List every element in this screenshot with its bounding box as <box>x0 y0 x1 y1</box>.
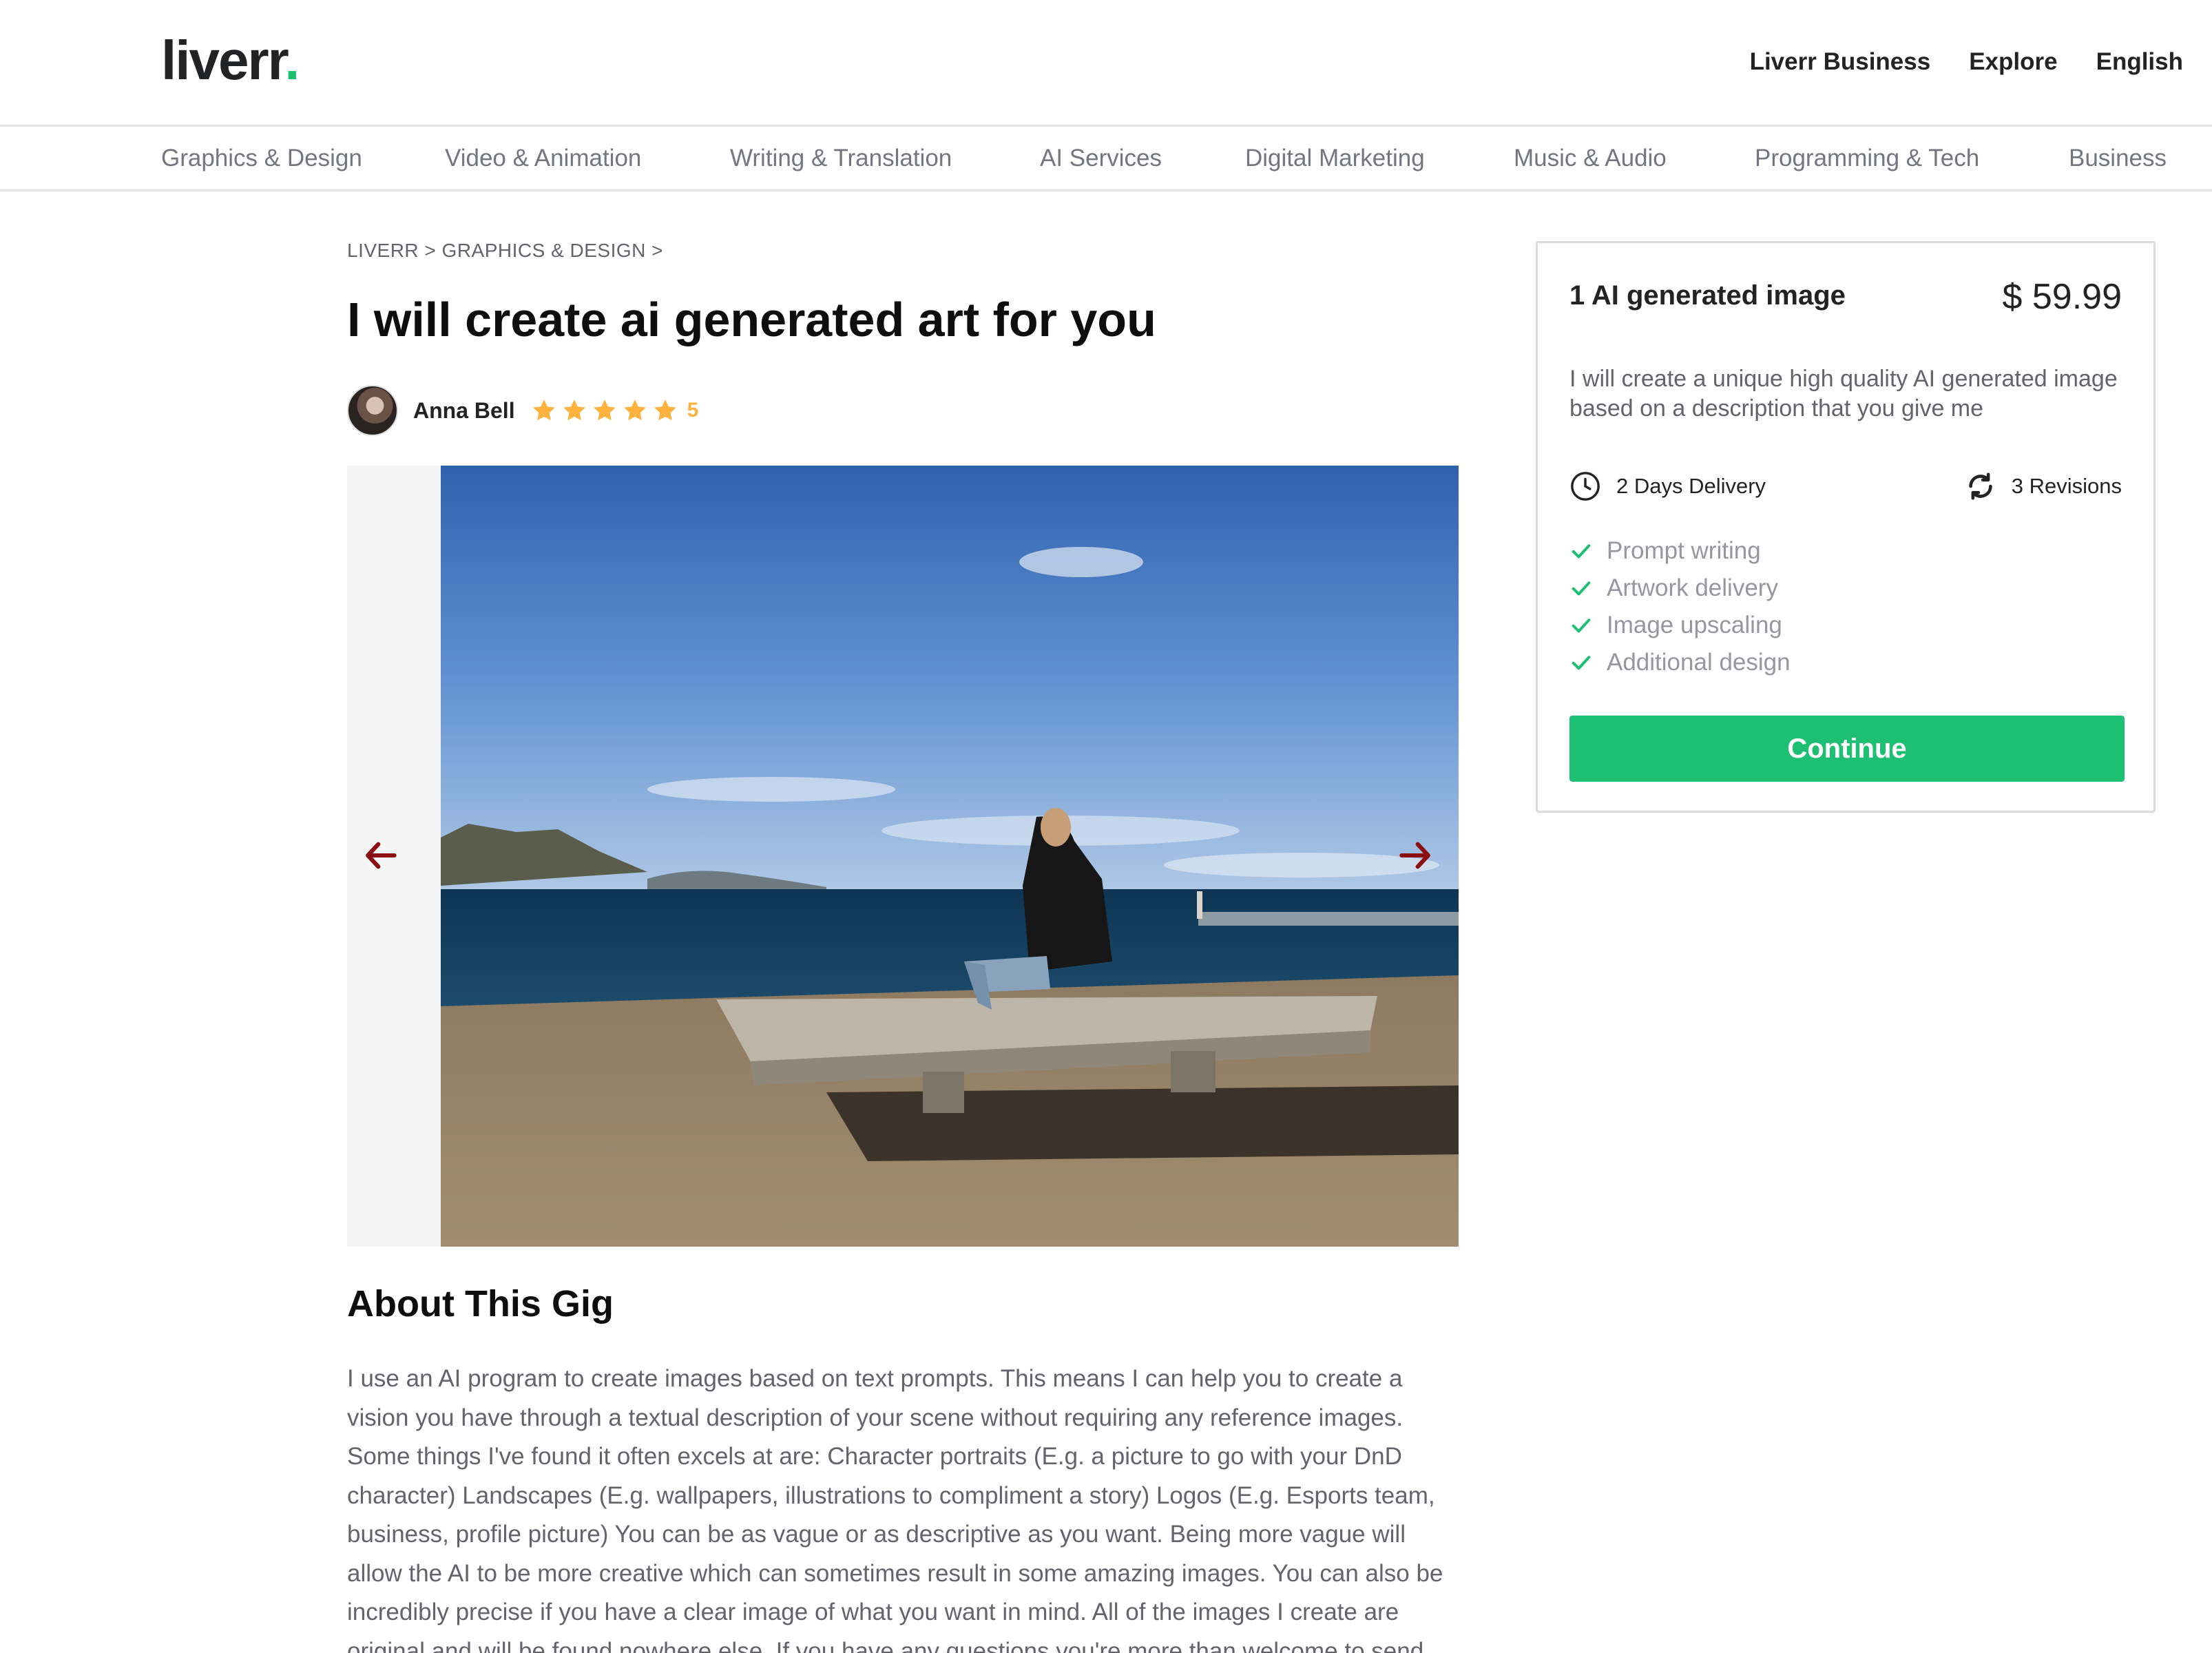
category-graphics-design[interactable]: Graphics & Design <box>161 145 362 172</box>
gig-title: I will create ai generated art for you <box>347 293 1156 346</box>
feature-label: Prompt writing <box>1607 537 1761 564</box>
delivery-time: 2 Days Delivery <box>1616 474 1766 498</box>
refresh-icon <box>1969 472 1992 500</box>
list-item: Prompt writing <box>1569 532 1791 570</box>
gallery-image <box>441 466 1459 1247</box>
site-header: liverr. Liverr Business Explore English <box>0 0 2212 127</box>
previous-image-arrow-icon[interactable] <box>362 836 401 875</box>
category-ai-services[interactable]: AI Services <box>1040 145 1162 172</box>
package-price: $ 59.99 <box>2002 277 2122 317</box>
list-item: Artwork delivery <box>1569 570 1791 607</box>
next-image-arrow-icon[interactable] <box>1395 836 1434 875</box>
category-programming-tech[interactable]: Programming & Tech <box>1755 145 1979 172</box>
package-card: 1 AI generated image $ 59.99 I will crea… <box>1536 241 2156 813</box>
list-item: Additional design <box>1569 644 1791 681</box>
category-video-animation[interactable]: Video & Animation <box>445 145 641 172</box>
rating-stars: 5 <box>530 397 699 424</box>
package-description: I will create a unique high quality AI g… <box>1569 366 2118 422</box>
liverr-logo[interactable]: liverr. <box>161 29 300 92</box>
category-bar: Graphics & Design Video & Animation Writ… <box>0 128 2212 191</box>
package-title: 1 AI generated image <box>1569 280 1846 311</box>
feature-label: Artwork delivery <box>1607 574 1778 601</box>
seller-name[interactable]: Anna Bell <box>413 398 515 424</box>
star-icon <box>563 399 585 421</box>
check-icon <box>1572 618 1591 633</box>
star-icon <box>532 399 555 421</box>
star-icon <box>623 399 646 421</box>
breadcrumb[interactable]: LIVERR > GRAPHICS & DESIGN > <box>347 240 663 262</box>
top-nav: Liverr Business Explore English <box>1750 48 2183 76</box>
revisions-info: 3 Revisions <box>1965 470 2122 502</box>
rating-value: 5 <box>687 399 699 422</box>
clock-icon <box>1571 472 1600 501</box>
list-item: Image upscaling <box>1569 607 1791 644</box>
seller-avatar[interactable] <box>347 385 398 436</box>
about-heading: About This Gig <box>347 1283 614 1324</box>
check-icon <box>1572 581 1591 596</box>
category-music-audio[interactable]: Music & Audio <box>1514 145 1667 172</box>
gig-gallery <box>347 466 1459 1247</box>
star-icon <box>654 399 676 421</box>
seller-row: Anna Bell 5 <box>347 384 698 437</box>
nav-liverr-business-link[interactable]: Liverr Business <box>1750 48 1931 76</box>
nav-language-link[interactable]: English <box>2096 48 2183 76</box>
star-icon <box>593 399 616 421</box>
revisions-count: 3 Revisions <box>2011 474 2122 498</box>
nav-explore-link[interactable]: Explore <box>1969 48 2057 76</box>
feature-label: Additional design <box>1607 649 1791 676</box>
delivery-info: 2 Days Delivery <box>1569 470 1766 502</box>
feature-label: Image upscaling <box>1607 612 1782 638</box>
check-icon <box>1572 656 1591 670</box>
category-digital-marketing[interactable]: Digital Marketing <box>1245 145 1425 172</box>
category-writing-translation[interactable]: Writing & Translation <box>730 145 952 172</box>
feature-list: Prompt writing Artwork delivery Image up… <box>1569 532 1791 681</box>
about-description: I use an AI program to create images bas… <box>347 1365 1443 1653</box>
continue-button[interactable]: Continue <box>1569 716 2125 782</box>
check-icon <box>1572 544 1591 559</box>
category-business[interactable]: Business <box>2069 145 2167 172</box>
